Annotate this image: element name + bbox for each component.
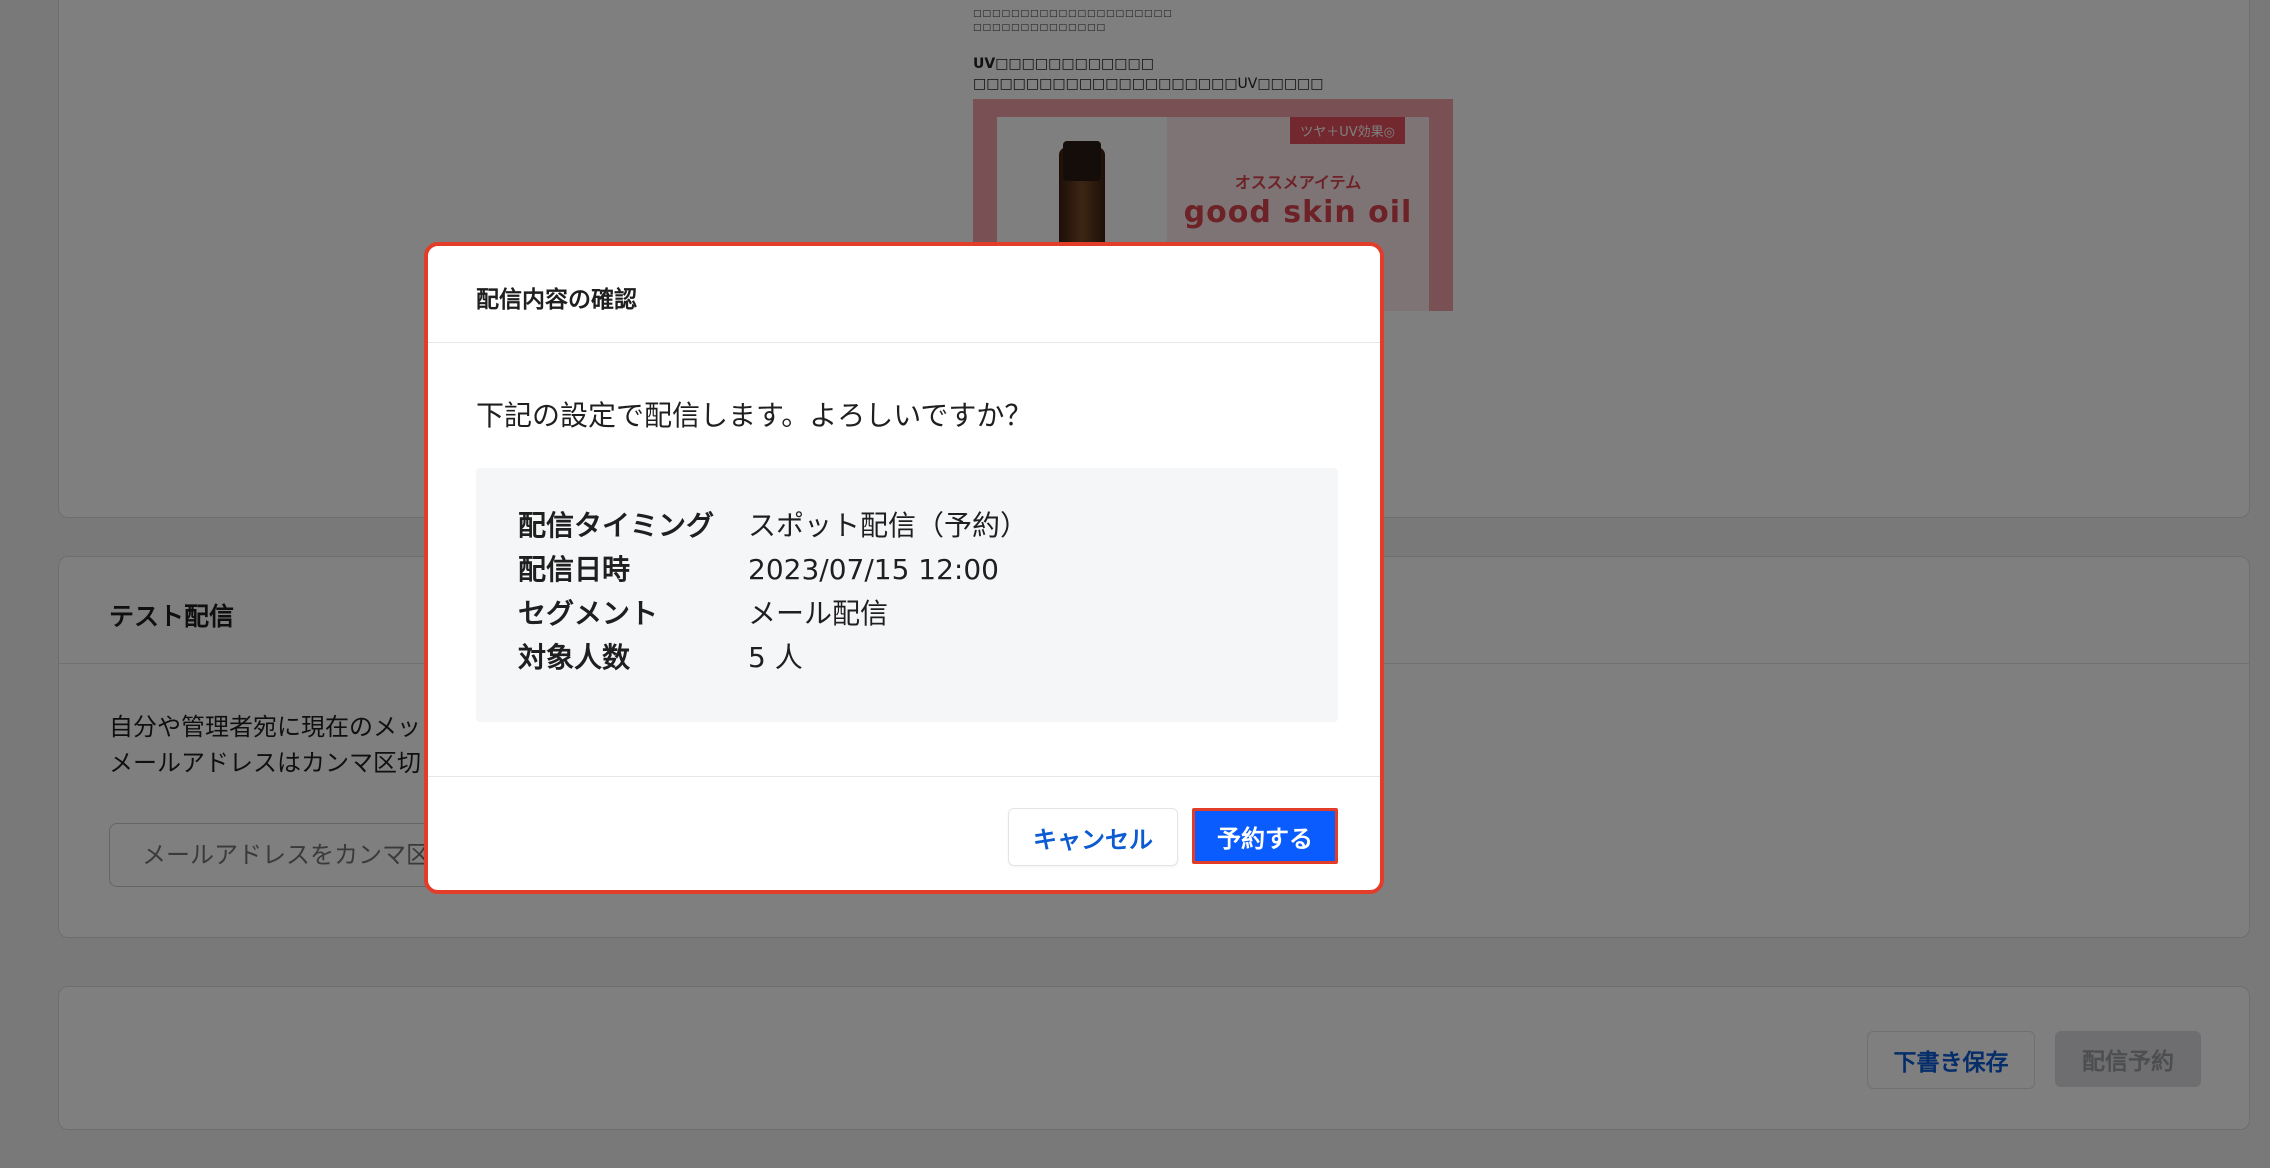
summary-row-datetime: 配信日時 2023/07/15 12:00 bbox=[518, 548, 999, 592]
summary-label: 配信日時 bbox=[518, 553, 631, 586]
summary-label: セグメント bbox=[518, 597, 659, 630]
divider bbox=[428, 342, 1380, 343]
summary-row-recipients: 対象人数 5 人 bbox=[518, 636, 803, 680]
summary-label: 対象人数 bbox=[518, 641, 631, 674]
summary-value: メール配信 bbox=[748, 597, 889, 630]
confirm-dialog: 配信内容の確認 下記の設定で配信します。よろしいですか？ 配信タイミング スポット… bbox=[424, 242, 1384, 894]
summary-value: 5 人 bbox=[748, 641, 803, 674]
dialog-title: 配信内容の確認 bbox=[476, 287, 637, 313]
summary-label: 配信タイミング bbox=[518, 509, 715, 542]
summary-value: 2023/07/15 12:00 bbox=[748, 553, 999, 586]
dialog-question: 下記の設定で配信します。よろしいですか？ bbox=[476, 399, 1033, 432]
cancel-button[interactable]: キャンセル bbox=[1008, 808, 1178, 866]
summary-value: スポット配信（予約） bbox=[748, 509, 1029, 542]
confirm-reserve-button[interactable]: 予約する bbox=[1192, 808, 1338, 864]
delivery-summary: 配信タイミング スポット配信（予約） 配信日時 2023/07/15 12:00 セ… bbox=[476, 468, 1338, 722]
divider bbox=[428, 776, 1380, 777]
summary-row-segment: セグメント メール配信 bbox=[518, 592, 888, 636]
summary-row-timing: 配信タイミング スポット配信（予約） bbox=[518, 504, 1028, 548]
